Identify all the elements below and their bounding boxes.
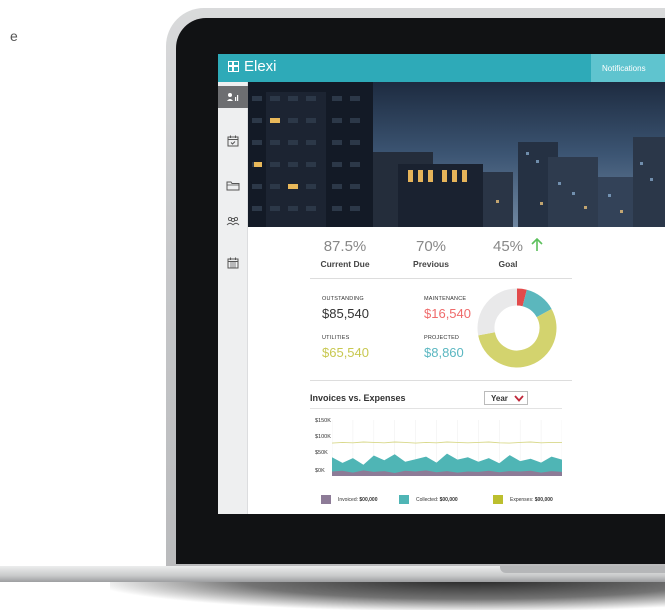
stat-value: 87.5% [323,238,367,255]
legend-swatch-invoiced [321,495,331,504]
summary-donut-chart [477,288,557,368]
stat-goal: 45% Goal [486,238,530,269]
stray-text: e [10,28,18,44]
stat-previous: 70% Previous [401,238,461,269]
folder-icon [226,181,240,190]
stat-value: 45% [492,238,524,255]
y-tick-label: $0K [315,468,325,474]
donut-segment-maintenance [516,288,527,307]
sidebar-item-calendar[interactable] [218,252,248,274]
notifications-button[interactable]: Notifications [591,54,665,82]
arrow-up-icon [531,238,543,251]
divider [310,380,572,381]
period-select-value: Year [491,393,508,403]
calendar-grid-icon [227,257,239,269]
stat-label: Goal [498,259,518,269]
divider [310,408,562,409]
people-icon [226,216,240,225]
stat-current-due: 87.5% Current Due [310,238,380,269]
y-tick-label: $150K [315,418,331,424]
stat-label: Previous [413,259,449,269]
chart-title: Invoices vs. Expenses [310,393,406,403]
hero-city-image [248,82,665,227]
stat-label: Current Due [320,259,370,269]
donut-segment-outstanding [477,288,518,336]
legend-expenses: Expenses: $00,000 [510,497,553,503]
period-select[interactable]: Year [484,391,528,405]
sidebar-item-schedule[interactable] [218,130,248,152]
y-tick-label: $100K [315,434,331,440]
person-chart-icon [227,93,239,101]
outstanding-value: $85,540 [322,306,369,321]
laptop-mockup: e Elexi Notifications 87.5% Current Due … [0,0,665,611]
calendar-check-icon [227,135,239,147]
legend-invoiced: Invoiced: $00,000 [338,497,378,503]
sidebar-item-files[interactable] [218,174,248,196]
area-series-invoiced [332,470,562,476]
utilities-label: UTILITIES [322,335,350,341]
maintenance-label: MAINTENANCE [424,296,467,302]
city-skyline-illustration [248,82,665,227]
top-bar: Elexi Notifications [218,54,665,82]
logo-icon [228,61,239,72]
app-name: Elexi [244,58,277,75]
outstanding-label: OUTSTANDING [322,296,364,302]
stat-value: 70% [415,238,447,255]
sidebar-item-dashboard[interactable] [218,86,248,108]
chevron-down-icon [514,394,524,402]
sidebar [218,82,248,514]
projected-value: $8,860 [424,345,464,360]
utilities-value: $65,540 [322,345,369,360]
divider [310,278,572,279]
sidebar-item-people[interactable] [218,210,248,232]
laptop-shadow [110,580,665,610]
maintenance-value: $16,540 [424,306,471,321]
donut-segment-projected [522,289,552,318]
projected-label: PROJECTED [424,335,460,341]
brand[interactable]: Elexi [228,58,277,75]
legend-swatch-expenses [493,495,503,504]
line-series-expenses [332,441,562,444]
legend-collected: Collected: $00,000 [416,497,458,503]
legend-swatch-collected [399,495,409,504]
y-tick-label: $50K [315,450,328,456]
invoices-expenses-area-chart [332,420,562,476]
app-screen: Elexi Notifications 87.5% Current Due 70… [218,54,665,514]
laptop-notch [500,566,665,573]
